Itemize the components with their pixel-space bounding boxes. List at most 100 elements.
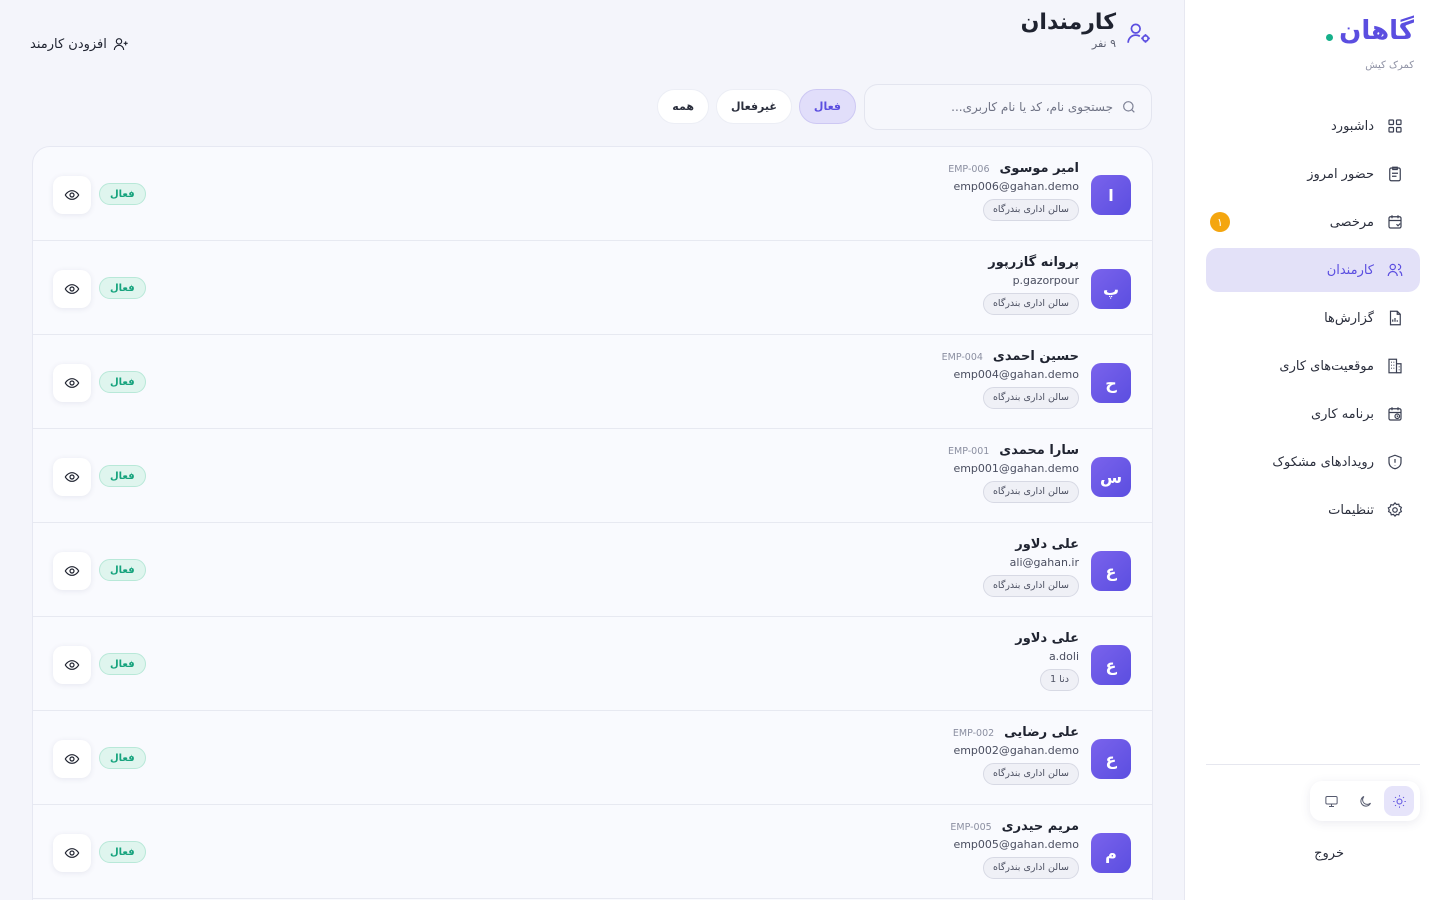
avatar: ع	[1091, 645, 1131, 685]
theme-system-button[interactable]	[1316, 786, 1346, 816]
employee-username: ali@gahan.ir	[1009, 556, 1079, 569]
logout-button[interactable]: خروج	[1314, 846, 1344, 861]
employee-name: علی دلاور	[1015, 537, 1079, 552]
employee-code: EMP-006	[948, 164, 990, 175]
user-plus-icon	[113, 38, 128, 51]
sidebar-item-shield[interactable]: رویدادهای مشکوک	[1206, 440, 1420, 484]
building-icon	[1386, 357, 1404, 375]
status-badge: فعال	[99, 371, 146, 393]
employee-name: پروانه گازرپور	[988, 255, 1079, 270]
employee-row[interactable]: م مریم حیدری EMP-005 emp005@gahan.demo سالن …	[33, 805, 1152, 899]
filter-chip[interactable]: فعال	[798, 89, 856, 124]
brand-subtitle: کمرک کیش	[1365, 60, 1414, 71]
sidebar-item-schedule[interactable]: برنامه کاری	[1206, 392, 1420, 436]
sidebar-item-users[interactable]: کارمندان	[1206, 248, 1420, 292]
employee-info: علی دلاور a.doli دنا 1	[1015, 631, 1079, 691]
avatar: ا	[1091, 175, 1131, 215]
sidebar-item-building[interactable]: موقعیت‌های کاری	[1206, 344, 1420, 388]
employee-code: EMP-004	[941, 352, 983, 363]
status-badge: فعال	[99, 183, 146, 205]
employee-list: ا امیر موسوی EMP-006 emp006@gahan.demo سالن …	[32, 146, 1153, 900]
employee-row[interactable]: ع علی دلاور a.doli دنا 1 فعال	[33, 617, 1152, 711]
divider	[1206, 764, 1420, 765]
brand: گاهان	[1326, 16, 1414, 46]
gear-icon	[1386, 501, 1404, 519]
employee-name: مریم حیدری	[1001, 819, 1079, 834]
schedule-icon	[1386, 405, 1404, 423]
employee-row[interactable]: پ پروانه گازرپور p.gazorpour سالن اداری بند…	[33, 241, 1152, 335]
view-employee-button[interactable]	[53, 834, 91, 872]
view-employee-button[interactable]	[53, 364, 91, 402]
add-employee-button[interactable]: افزودن کارمند	[30, 36, 129, 52]
shield-icon	[1386, 453, 1404, 471]
sidebar-item-clipboard[interactable]: حضور امروز	[1206, 152, 1420, 196]
status-badge: فعال	[99, 559, 146, 581]
view-employee-button[interactable]	[53, 270, 91, 308]
dashboard-icon	[1386, 117, 1404, 135]
view-employee-button[interactable]	[53, 740, 91, 778]
employee-info: پروانه گازرپور p.gazorpour سالن اداری بندر…	[982, 255, 1079, 315]
sidebar-item-gear[interactable]: تنظیمات	[1206, 488, 1420, 532]
search-icon	[1123, 101, 1135, 113]
users-gear-icon	[1126, 10, 1152, 50]
calendar-icon	[1386, 213, 1404, 231]
sidebar-item-dashboard[interactable]: داشبورد	[1206, 104, 1420, 148]
add-employee-label: افزودن کارمند	[30, 36, 107, 52]
sidebar-item-label: موقعیت‌های کاری	[1279, 358, 1374, 374]
employee-username: emp006@gahan.demo	[953, 180, 1079, 193]
status-badge: فعال	[99, 653, 146, 675]
users-icon	[1386, 261, 1404, 279]
view-employee-button[interactable]	[53, 552, 91, 590]
eye-icon	[64, 754, 80, 764]
theme-switcher	[1310, 781, 1420, 821]
page-header: کارمندان ۹ نفر	[1021, 10, 1152, 50]
employee-username: a.doli	[1048, 650, 1079, 663]
employee-username: emp002@gahan.demo	[953, 744, 1079, 757]
employee-info: علی دلاور ali@gahan.ir سالن اداری بندرگاه	[982, 537, 1079, 597]
eye-icon	[64, 566, 80, 576]
sidebar-nav: داشبورد حضور امروز مرخصی ۱ کارمندان گزارش‌ها م…	[1206, 104, 1420, 536]
filter-chip[interactable]: همه	[657, 89, 709, 124]
eye-icon	[64, 848, 80, 858]
eye-icon	[64, 378, 80, 388]
employee-username: emp004@gahan.demo	[953, 368, 1079, 381]
employee-info: مریم حیدری EMP-005 emp005@gahan.demo سالن ا…	[950, 819, 1079, 879]
employee-row[interactable]: ع علی دلاور ali@gahan.ir سالن اداری بندرگاه…	[33, 523, 1152, 617]
employee-name: علی رضایی	[1004, 725, 1079, 740]
search-box	[864, 84, 1152, 130]
theme-light-button[interactable]	[1384, 786, 1414, 816]
employee-row[interactable]: ح حسین احمدی EMP-004 emp004@gahan.demo سالن …	[33, 335, 1152, 429]
brand-dot	[1326, 33, 1334, 41]
eye-icon	[64, 660, 80, 670]
employee-row[interactable]: ع علی رضایی EMP-002 emp002@gahan.demo سالن ا…	[33, 711, 1152, 805]
avatar: م	[1091, 833, 1131, 873]
location-tag: سالن اداری بندرگاه	[982, 857, 1079, 879]
filter-chip[interactable]: غیرفعال	[715, 89, 792, 124]
employee-name: علی دلاور	[1015, 631, 1079, 646]
employee-row[interactable]: ا امیر موسوی EMP-006 emp006@gahan.demo سالن …	[33, 147, 1152, 241]
sun-icon	[1392, 794, 1406, 808]
location-tag: سالن اداری بندرگاه	[982, 387, 1079, 409]
location-tag: سالن اداری بندرگاه	[982, 481, 1079, 503]
eye-icon	[64, 472, 80, 482]
view-employee-button[interactable]	[53, 646, 91, 684]
theme-dark-button[interactable]	[1350, 786, 1380, 816]
employee-name: سارا محمدی	[999, 443, 1079, 458]
employee-info: حسین احمدی EMP-004 emp004@gahan.demo سالن ا…	[942, 349, 1079, 409]
location-tag: سالن اداری بندرگاه	[982, 575, 1079, 597]
employee-row[interactable]: س سارا محمدی EMP-001 emp001@gahan.demo سالن …	[33, 429, 1152, 523]
sidebar-item-report[interactable]: گزارش‌ها	[1206, 296, 1420, 340]
avatar: ع	[1091, 739, 1131, 779]
sidebar-item-label: کارمندان	[1326, 262, 1374, 278]
sidebar-item-label: مرخصی	[1329, 214, 1374, 230]
location-tag: دنا 1	[1040, 669, 1079, 691]
search-input[interactable]	[883, 100, 1113, 114]
sidebar-item-calendar[interactable]: مرخصی ۱	[1206, 200, 1420, 244]
view-employee-button[interactable]	[53, 176, 91, 214]
page-title: کارمندان	[1020, 10, 1116, 35]
sidebar-item-label: حضور امروز	[1307, 166, 1374, 182]
sidebar-item-label: تنظیمات	[1328, 502, 1374, 518]
status-filter: فعال غیرفعال همه	[657, 89, 856, 124]
employee-info: امیر موسوی EMP-006 emp006@gahan.demo سالن ا…	[948, 161, 1079, 221]
view-employee-button[interactable]	[53, 458, 91, 496]
